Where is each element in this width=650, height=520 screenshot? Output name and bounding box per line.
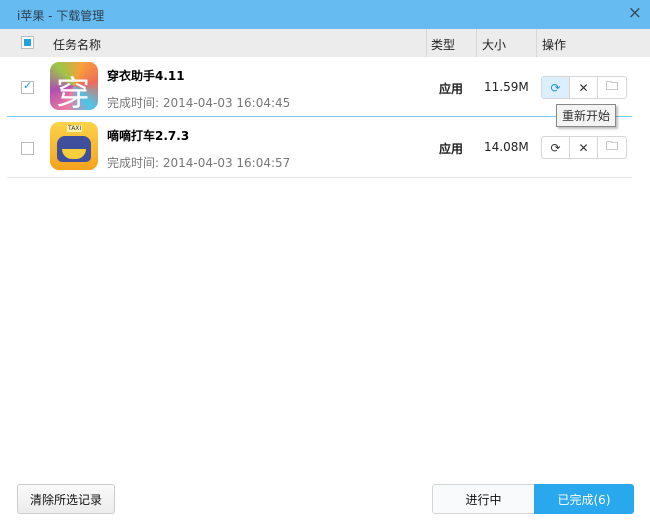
clear-selected-button[interactable]: 清除所选记录 [17, 484, 115, 514]
task-size: 11.59M [484, 80, 529, 94]
delete-icon[interactable]: ✕ [570, 77, 598, 98]
completion-time: 完成时间: 2014-04-03 16:04:45 [107, 96, 291, 110]
title-bar: i苹果 - 下载管理 × [0, 0, 650, 29]
completion-time: 完成时间: 2014-04-03 16:04:57 [107, 156, 291, 170]
task-name: 嘀嘀打车2.7.3 [107, 129, 190, 143]
select-all-checkbox[interactable] [21, 36, 34, 49]
app-icon: 穿 [50, 62, 98, 110]
row-actions: ⟳ ✕ 🗀 [541, 76, 627, 99]
tab-completed[interactable]: 已完成(6) [534, 484, 634, 514]
column-actions: 操作 [542, 38, 567, 52]
restart-icon[interactable]: ⟳ [542, 137, 570, 158]
task-size: 14.08M [484, 140, 529, 154]
tab-in-progress[interactable]: 进行中 [432, 484, 534, 514]
column-task-name: 任务名称 [53, 38, 102, 52]
close-icon[interactable]: × [628, 3, 642, 23]
row-actions: ⟳ ✕ 🗀 [541, 136, 627, 159]
task-name: 穿衣助手4.11 [107, 69, 185, 83]
task-type: 应用 [439, 82, 464, 96]
column-size: 大小 [482, 38, 507, 52]
column-type: 类型 [431, 38, 456, 52]
table-header: 任务名称 类型 大小 操作 [0, 29, 650, 57]
row-checkbox[interactable] [21, 142, 34, 155]
table-row[interactable]: 穿 穿衣助手4.11 完成时间: 2014-04-03 16:04:45 应用 … [0, 57, 650, 117]
app-icon: TAXI [50, 122, 98, 170]
row-checkbox[interactable] [21, 79, 34, 94]
folder-icon[interactable]: 🗀 [598, 77, 626, 98]
row-divider [7, 177, 632, 178]
tooltip: 重新开始 [556, 104, 617, 127]
folder-icon[interactable]: 🗀 [598, 137, 626, 158]
window-title: i苹果 - 下载管理 [17, 9, 105, 23]
delete-icon[interactable]: ✕ [570, 137, 598, 158]
task-type: 应用 [439, 142, 464, 156]
restart-icon[interactable]: ⟳ [542, 77, 570, 98]
table-row[interactable]: TAXI 嘀嘀打车2.7.3 完成时间: 2014-04-03 16:04:57… [0, 117, 650, 177]
